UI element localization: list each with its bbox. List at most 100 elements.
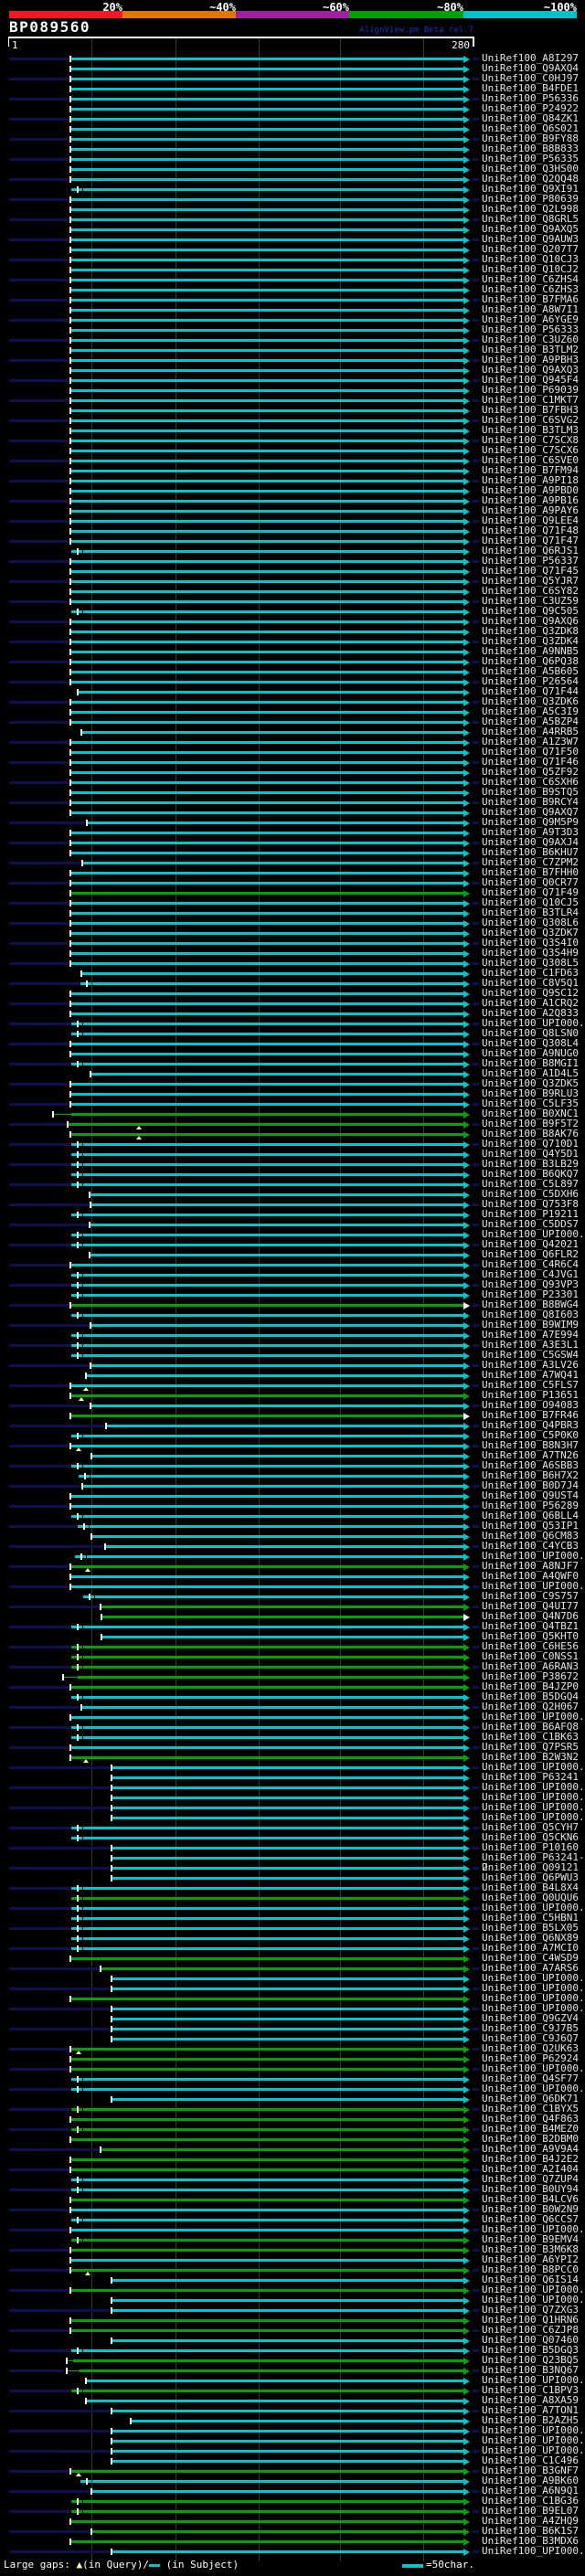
subject-extension-line xyxy=(473,922,479,925)
alignment-bar xyxy=(112,1817,463,1819)
subject-extension-line xyxy=(473,822,479,824)
alignment-bar xyxy=(71,490,463,493)
subject-extension-line xyxy=(9,2028,110,2030)
ruler-tick-end xyxy=(473,37,474,47)
alignment-bar xyxy=(83,1063,463,1065)
alignment-arrowhead-icon xyxy=(463,1553,470,1561)
subject-extension-line xyxy=(9,922,69,925)
subject-gap-dash xyxy=(79,1887,82,1890)
alignment-bar xyxy=(71,1093,463,1096)
alignment-bar xyxy=(83,1897,463,1900)
alignment-arrowhead-icon xyxy=(463,2076,470,2083)
alignment-arrowhead-icon xyxy=(463,1423,470,1430)
alignment-bar xyxy=(71,1565,463,1568)
alignment-arrowhead-icon xyxy=(463,981,470,988)
alignment-bar xyxy=(83,2500,463,2503)
alignment-bar xyxy=(71,922,463,925)
subject-gap-dash xyxy=(88,982,91,985)
alignment-bar xyxy=(71,2068,463,2071)
subject-extension-line xyxy=(9,2329,69,2332)
subject-gap-dash xyxy=(88,2480,91,2483)
subject-extension-line xyxy=(9,158,69,161)
alignment-bar xyxy=(71,178,463,181)
alignment-bar xyxy=(83,1033,463,1035)
alignment-arrowhead-icon xyxy=(463,2056,470,2063)
alignment-bar xyxy=(71,309,463,312)
alignment-arrowhead-icon xyxy=(463,2488,470,2496)
alignment-bar xyxy=(71,259,463,261)
subject-gap-dash xyxy=(79,1344,82,1347)
alignment-bar xyxy=(71,299,463,302)
subject-extension-line xyxy=(9,2430,110,2433)
alignment-bar xyxy=(71,741,463,744)
alignment-arrowhead-icon xyxy=(463,1192,470,1199)
subject-extension-line xyxy=(9,1364,89,1367)
alignment-bar xyxy=(71,78,463,80)
alignment-arrowhead-icon xyxy=(463,920,470,928)
alignment-arrowhead-icon xyxy=(463,2528,470,2536)
subject-extension-line xyxy=(9,2309,110,2312)
alignment-bar xyxy=(71,1746,463,1749)
subject-extension-line xyxy=(9,2450,110,2453)
alignment-coverage-plot: 20% ~40% ~60% ~80% ~100% BP089560 AlignV… xyxy=(0,0,585,2576)
alignment-arrowhead-icon xyxy=(463,518,470,525)
alignment-arrowhead-icon xyxy=(463,890,470,897)
alignment-bar xyxy=(71,721,463,724)
alignment-arrowhead-icon xyxy=(463,649,470,656)
alignment-bar xyxy=(71,228,463,231)
subject-extension-line xyxy=(473,440,479,442)
alignment-bar xyxy=(83,2088,463,2091)
subject-extension-line xyxy=(473,520,479,523)
subject-extension-line xyxy=(9,1947,70,1950)
alignment-bar xyxy=(112,1988,463,1990)
alignment-arrowhead-icon xyxy=(463,478,470,485)
alignment-bar xyxy=(71,2158,463,2161)
subject-gap-dash xyxy=(79,1334,82,1337)
alignment-bar xyxy=(71,902,463,905)
subject-extension-line xyxy=(473,1887,479,1890)
alignment-arrowhead-icon xyxy=(463,850,470,857)
subject-extension-line xyxy=(473,1606,479,1608)
alignment-bar xyxy=(71,580,463,583)
alignment-bar xyxy=(90,1224,463,1226)
alignment-bar xyxy=(112,2460,463,2463)
alignment-arrowhead-icon xyxy=(463,790,470,797)
subject-extension-line xyxy=(473,842,479,844)
subject-extension-line xyxy=(473,1083,479,1086)
alignment-bar xyxy=(71,88,463,90)
alignment-bar xyxy=(71,631,463,633)
alignment-arrowhead-icon xyxy=(463,629,470,636)
alignment-arrowhead-icon xyxy=(463,1373,470,1380)
subject-gap-dash xyxy=(79,1696,82,1699)
subject-extension-line xyxy=(9,239,69,241)
alignment-arrowhead-icon xyxy=(463,1091,470,1098)
subject-extension-line xyxy=(473,2128,479,2131)
subject-extension-line xyxy=(473,1827,479,1829)
alignment-arrowhead-icon xyxy=(463,2157,470,2164)
alignment-bar xyxy=(71,369,463,372)
alignment-arrowhead-icon xyxy=(463,1785,470,1792)
alignment-bar xyxy=(83,1656,463,1659)
alignment-bar xyxy=(71,520,463,523)
alignment-arrowhead-icon xyxy=(463,619,470,626)
alignment-arrowhead-icon xyxy=(463,2126,470,2134)
subject-gap-dash xyxy=(79,2510,82,2513)
hit-row[interactable]: UniRef100_UPI000.. xyxy=(0,2546,585,2556)
alignment-arrowhead-icon xyxy=(463,1121,470,1129)
alignment-bar xyxy=(71,661,463,663)
alignment-arrowhead-icon xyxy=(463,2438,470,2445)
alignment-bar xyxy=(112,1786,463,1789)
subject-extension-line xyxy=(9,1988,110,1990)
alignment-arrowhead-icon xyxy=(463,2448,470,2455)
alignment-arrowhead-icon xyxy=(463,1674,470,1681)
alignment-bar xyxy=(71,2319,463,2322)
subject-extension-line xyxy=(9,178,69,181)
alignment-bar xyxy=(112,2550,463,2553)
alignment-bar xyxy=(83,1023,463,1025)
alignment-arrowhead-icon xyxy=(463,1403,470,1410)
alignment-bar xyxy=(71,1445,463,1447)
subject-extension-line xyxy=(473,2470,479,2473)
hit-label[interactable]: UniRef100_UPI000.. xyxy=(482,2546,585,2556)
alignment-bar xyxy=(83,1173,463,1176)
subject-extension-line xyxy=(9,1585,69,1588)
